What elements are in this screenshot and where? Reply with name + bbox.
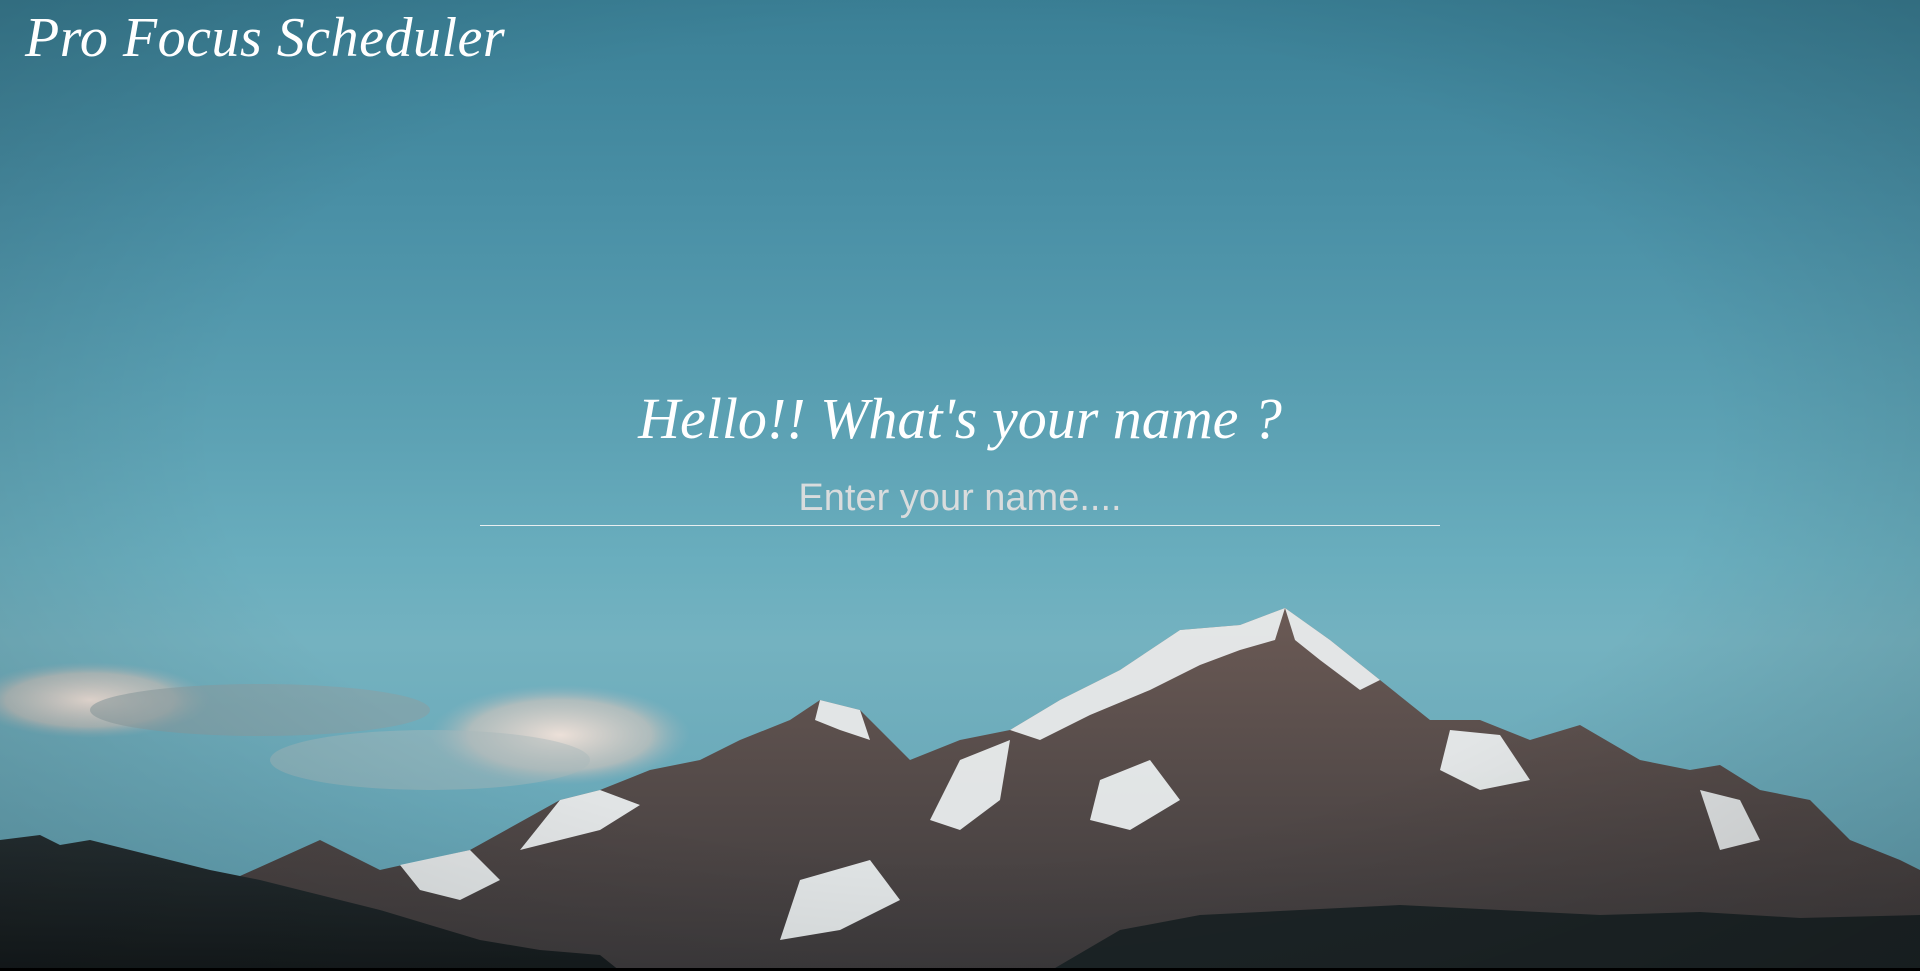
name-prompt-heading: Hello!! What's your name ? [638,386,1282,451]
cloud-shapes [0,662,690,790]
app-title: Pro Focus Scheduler [25,7,506,69]
name-input[interactable] [480,476,1440,526]
focus-scheduler-page: Pro Focus Scheduler Hello!! What's your … [0,0,1920,971]
